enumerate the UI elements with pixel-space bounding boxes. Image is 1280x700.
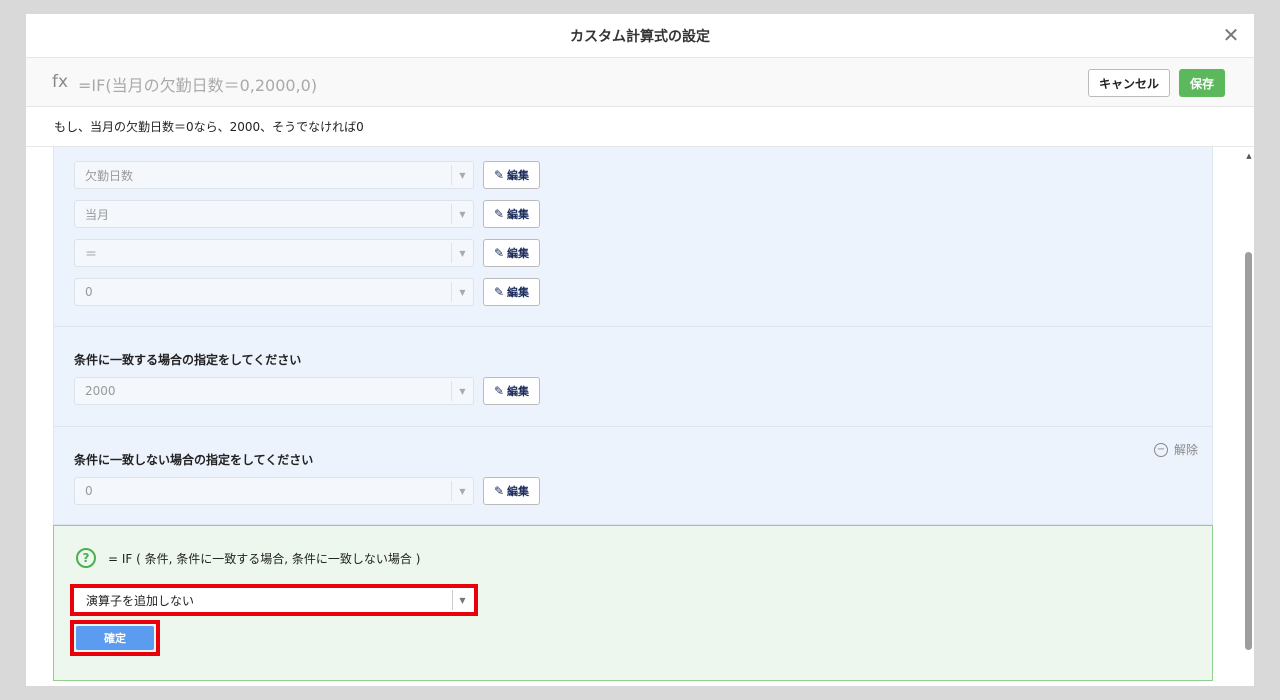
- select-value: ＝: [85, 246, 98, 261]
- caret-down-icon: ▼: [451, 204, 473, 224]
- select-value: 欠勤日数: [85, 168, 134, 183]
- pencil-icon: ✎: [493, 246, 505, 260]
- formula-description: もし、当月の欠勤日数＝0なら、2000、そうでなければ0: [26, 107, 1254, 147]
- nomatch-select[interactable]: 0 ▼: [74, 477, 474, 505]
- edit-button[interactable]: ✎ 編集: [483, 477, 540, 505]
- caret-down-icon: ▼: [451, 282, 473, 302]
- condition-row: 欠勤日数 ▼ ✎ 編集: [74, 161, 540, 189]
- nomatch-label: 条件に一致しない場合の指定をしてください: [74, 453, 314, 467]
- confirm-button[interactable]: 確定: [76, 626, 154, 650]
- edit-label: 編集: [507, 385, 530, 398]
- if-syntax-text: = IF ( 条件, 条件に一致する場合, 条件に一致しない場合 ): [108, 552, 421, 566]
- condition-select[interactable]: 欠勤日数 ▼: [74, 161, 474, 189]
- formula-text: =IF(当月の欠勤日数＝0,2000,0): [78, 76, 318, 95]
- condition-row: ＝ ▼ ✎ 編集: [74, 239, 540, 267]
- pencil-icon: ✎: [493, 384, 505, 398]
- release-label: 解除: [1173, 443, 1198, 457]
- confirm-highlight: 確定: [70, 620, 160, 656]
- close-icon[interactable]: ✕: [1220, 23, 1242, 47]
- pencil-icon: ✎: [493, 168, 505, 182]
- edit-label: 編集: [507, 485, 530, 498]
- match-select[interactable]: 2000 ▼: [74, 377, 474, 405]
- edit-label: 編集: [507, 169, 530, 182]
- nomatch-row: 0 ▼ ✎ 編集: [74, 477, 540, 505]
- save-button[interactable]: 保存: [1179, 69, 1225, 97]
- operator-selected-value: 演算子を追加しない: [86, 593, 195, 608]
- caret-down-icon: ▼: [451, 243, 473, 263]
- select-value: 0: [85, 285, 93, 299]
- condition-row: 当月 ▼ ✎ 編集: [74, 200, 540, 228]
- match-panel: 条件に一致する場合の指定をしてください 2000 ▼ ✎ 編集: [53, 327, 1213, 427]
- condition-select[interactable]: ＝ ▼: [74, 239, 474, 267]
- minus-circle-icon: −: [1153, 442, 1168, 457]
- pencil-icon: ✎: [493, 285, 505, 299]
- caret-down-icon: ▼: [452, 590, 472, 610]
- scroll-area: 欠勤日数 ▼ ✎ 編集 当月 ▼ ✎ 編集 ＝ ▼ ✎ 編集 0 ▼ ✎ 編集 …: [26, 147, 1254, 686]
- match-row: 2000 ▼ ✎ 編集: [74, 377, 540, 405]
- nomatch-panel: − 解除 条件に一致しない場合の指定をしてください 0 ▼ ✎ 編集: [53, 427, 1213, 525]
- select-value: 2000: [85, 384, 116, 398]
- caret-down-icon: ▼: [451, 381, 473, 401]
- edit-label: 編集: [507, 208, 530, 221]
- pencil-icon: ✎: [493, 484, 505, 498]
- condition-row: 0 ▼ ✎ 編集: [74, 278, 540, 306]
- caret-down-icon: ▼: [451, 481, 473, 501]
- caret-down-icon: ▼: [451, 165, 473, 185]
- edit-label: 編集: [507, 247, 530, 260]
- fx-label: fx: [52, 72, 69, 92]
- select-value: 当月: [85, 207, 110, 222]
- edit-button[interactable]: ✎ 編集: [483, 200, 540, 228]
- edit-label: 編集: [507, 286, 530, 299]
- edit-button[interactable]: ✎ 編集: [483, 377, 540, 405]
- edit-button[interactable]: ✎ 編集: [483, 239, 540, 267]
- cancel-button[interactable]: キャンセル: [1088, 69, 1170, 97]
- vertical-scrollbar[interactable]: ▲: [1244, 152, 1254, 686]
- match-label: 条件に一致する場合の指定をしてください: [74, 353, 302, 367]
- pencil-icon: ✎: [493, 207, 505, 221]
- select-value: 0: [85, 484, 93, 498]
- condition-select[interactable]: 0 ▼: [74, 278, 474, 306]
- modal-title: カスタム計算式の設定: [570, 28, 710, 45]
- modal-header: カスタム計算式の設定 ✕: [26, 14, 1254, 58]
- edit-button[interactable]: ✎ 編集: [483, 278, 540, 306]
- release-button[interactable]: − 解除: [1153, 441, 1198, 458]
- question-circle-icon: ?: [76, 548, 96, 568]
- help-panel: ? = IF ( 条件, 条件に一致する場合, 条件に一致しない場合 ) 演算子…: [53, 525, 1213, 681]
- operator-select[interactable]: 演算子を追加しない ▼: [70, 584, 478, 616]
- edit-button[interactable]: ✎ 編集: [483, 161, 540, 189]
- custom-formula-modal: カスタム計算式の設定 ✕ fx =IF(当月の欠勤日数＝0,2000,0) キャ…: [26, 14, 1254, 686]
- scroll-thumb[interactable]: [1245, 252, 1252, 650]
- condition-select[interactable]: 当月 ▼: [74, 200, 474, 228]
- condition-panel: 欠勤日数 ▼ ✎ 編集 当月 ▼ ✎ 編集 ＝ ▼ ✎ 編集 0 ▼ ✎ 編集: [53, 147, 1213, 327]
- formula-bar: fx =IF(当月の欠勤日数＝0,2000,0) キャンセル 保存: [26, 58, 1254, 107]
- scroll-up-icon[interactable]: ▲: [1245, 152, 1253, 160]
